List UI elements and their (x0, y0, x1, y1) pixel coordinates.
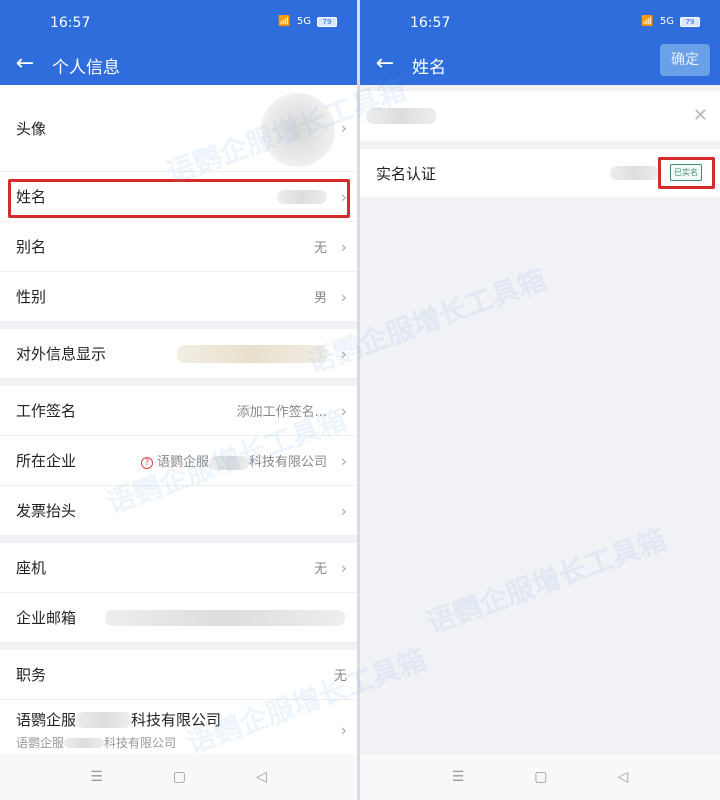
back-icon[interactable]: ◁ (256, 769, 267, 785)
chevron-right-icon: › (340, 501, 347, 520)
external-value (177, 344, 327, 363)
status-bar: 16:57 📶 5G 79 (0, 0, 357, 45)
alias-value: 无 (313, 241, 327, 256)
row-label: 别名 (16, 238, 47, 256)
company-value: ? 语鹦企服 科技有限公司 (140, 451, 327, 470)
section-gap (0, 536, 357, 543)
row-signature[interactable]: 工作签名 添加工作签名... › (0, 386, 357, 436)
status-icons: 📶 5G 79 (641, 16, 700, 27)
row-avatar[interactable]: 头像 › (0, 85, 357, 172)
row-label: 职务 (16, 666, 47, 684)
name-value (277, 189, 327, 204)
row-label: 姓名 (16, 188, 47, 206)
company-prefix: 语鹦企服 (156, 455, 209, 470)
status-bar: 16:57 📶 5G 79 (360, 0, 720, 45)
chevron-right-icon: › (340, 344, 347, 363)
verify-label: 实名认证 (376, 164, 437, 183)
section-gap (0, 643, 357, 650)
status-icons: 📶 5G 79 (278, 16, 337, 27)
chevron-right-icon: › (340, 558, 347, 577)
company-suffix: 科技有限公司 (248, 455, 327, 470)
back-arrow-icon[interactable]: ← (372, 51, 398, 77)
system-nav-bar: ☰ ▢ ◁ (360, 754, 720, 800)
chevron-right-icon: › (340, 187, 347, 206)
menu-icon[interactable]: ☰ (90, 769, 103, 785)
home-icon[interactable]: ▢ (173, 769, 186, 785)
question-icon[interactable]: ? (140, 456, 153, 469)
back-arrow-icon[interactable]: ← (12, 51, 38, 77)
home-icon[interactable]: ▢ (534, 769, 547, 785)
row-label: 头像 (16, 119, 47, 138)
row-alias[interactable]: 别名 无 › (0, 222, 357, 272)
confirm-button[interactable]: 确定 (660, 44, 710, 76)
row-gender[interactable]: 性别 男 › (0, 272, 357, 322)
org-title: 语鹦企服 科技有限公司 (16, 709, 221, 730)
org-sub-prefix: 语鹦企服 (16, 735, 65, 750)
verify-value-blur (610, 166, 660, 180)
signature-value: 添加工作签名... (236, 405, 327, 420)
chevron-right-icon: › (340, 287, 347, 306)
section-gap (0, 379, 357, 386)
row-external-info[interactable]: 对外信息显示 › (0, 329, 357, 379)
personal-info-pane: 16:57 📶 5G 79 ← 个人信息 头像 › 姓名 › 别名 无 › 性别… (0, 0, 357, 800)
landline-value: 无 (313, 562, 327, 577)
row-position[interactable]: 职务 无 (0, 650, 357, 700)
clear-icon[interactable]: ✕ (693, 105, 708, 126)
position-value: 无 (333, 669, 347, 684)
system-nav-bar: ☰ ▢ ◁ (0, 754, 357, 800)
gender-value: 男 (313, 291, 327, 306)
row-label: 企业邮箱 (16, 609, 77, 627)
org-subtitle: 语鹦企服 科技有限公司 (16, 734, 176, 751)
avatar (261, 93, 335, 167)
row-invoice[interactable]: 发票抬头 › (0, 486, 357, 536)
name-input-row: ✕ (360, 91, 720, 141)
verified-badge: 已实名 (670, 164, 702, 181)
email-value (105, 609, 345, 626)
row-label: 工作签名 (16, 402, 77, 420)
chevron-right-icon: › (340, 118, 347, 138)
org-title-prefix: 语鹦企服 (16, 710, 77, 729)
row-company[interactable]: 所在企业 ? 语鹦企服 科技有限公司 › (0, 436, 357, 486)
wifi-icon: 📶 (278, 16, 291, 27)
battery-icon: 79 (317, 16, 337, 27)
row-label: 所在企业 (16, 452, 77, 470)
network-label: 5G (659, 16, 674, 27)
org-title-suffix: 科技有限公司 (131, 710, 222, 729)
row-label: 发票抬头 (16, 502, 77, 520)
page-title: 姓名 (412, 58, 446, 78)
status-time: 16:57 (410, 15, 451, 31)
nav-bar: ← 个人信息 (0, 45, 357, 85)
status-time: 16:57 (50, 15, 91, 31)
section-gap (0, 322, 357, 329)
row-label: 座机 (16, 559, 47, 577)
menu-icon[interactable]: ☰ (452, 769, 465, 785)
org-sub-suffix: 科技有限公司 (104, 735, 177, 750)
row-organization[interactable]: 语鹦企服 科技有限公司 语鹦企服 科技有限公司 › (0, 700, 357, 760)
battery-icon: 79 (680, 16, 700, 27)
name-edit-pane: 16:57 📶 5G 79 ← 姓名 确定 ✕ 实名认证 已实名 ☰ ▢ ◁ (360, 0, 720, 800)
back-icon[interactable]: ◁ (618, 769, 629, 785)
name-input[interactable] (360, 91, 680, 141)
wifi-icon: 📶 (641, 16, 654, 27)
chevron-right-icon: › (340, 401, 347, 420)
chevron-right-icon: › (340, 720, 347, 739)
nav-bar: ← 姓名 确定 (360, 44, 720, 85)
chevron-right-icon: › (340, 237, 347, 256)
page-title: 个人信息 (52, 58, 120, 78)
chevron-right-icon: › (340, 451, 347, 470)
row-landline[interactable]: 座机 无 › (0, 543, 357, 593)
real-name-verify-row[interactable]: 实名认证 已实名 (360, 149, 720, 197)
row-label: 对外信息显示 (16, 345, 107, 363)
network-label: 5G (296, 16, 311, 27)
row-label: 性别 (16, 288, 47, 306)
row-email[interactable]: 企业邮箱 (0, 593, 357, 643)
row-name[interactable]: 姓名 › (0, 172, 357, 222)
